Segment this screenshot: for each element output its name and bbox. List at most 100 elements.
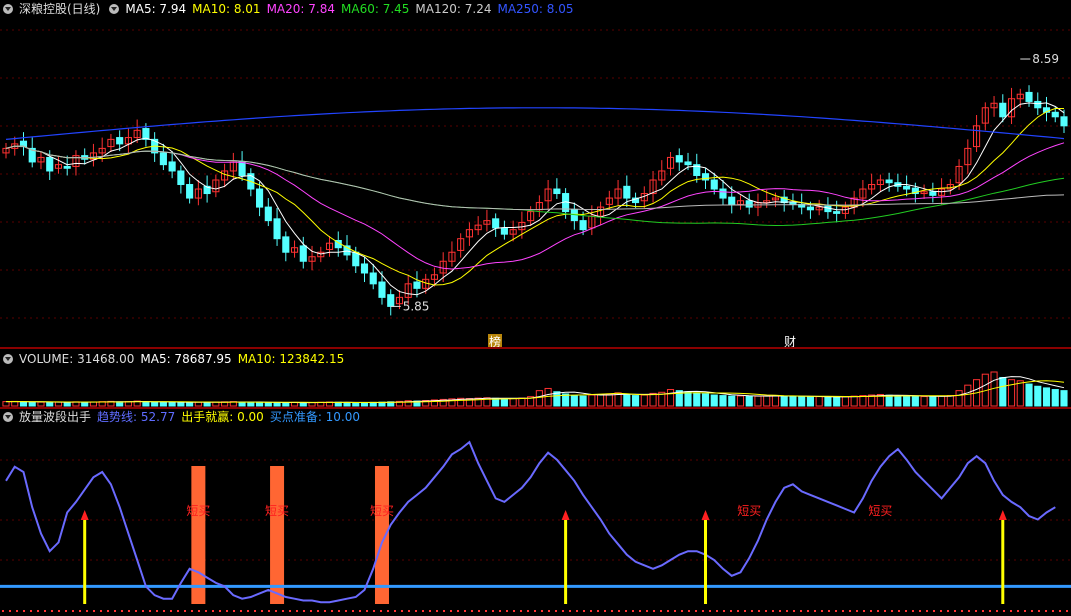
- bottom-dot: [653, 610, 655, 612]
- bottom-dot: [310, 610, 312, 612]
- bottom-dot: [23, 610, 25, 612]
- bottom-dot: [716, 610, 718, 612]
- bottom-dot: [499, 610, 501, 612]
- volume-bar: [911, 395, 919, 407]
- bottom-dot: [506, 610, 508, 612]
- volume-bar: [273, 402, 281, 407]
- indicator-panel-header: 放量波段出手 趋势线: 52.77 出手就赢: 0.00 买点准备: 10.00: [0, 408, 366, 426]
- bottom-dot: [996, 610, 998, 612]
- bottom-dot: [324, 610, 326, 612]
- main-panel-menu-icon[interactable]: [3, 4, 13, 14]
- bottom-dot: [828, 610, 830, 612]
- bottom-dot: [527, 610, 529, 612]
- candle-body: [1060, 116, 1068, 127]
- ma-menu-icon[interactable]: [109, 4, 120, 14]
- buy-arrow-head: [561, 510, 570, 520]
- volume-bar: [640, 394, 648, 407]
- bottom-dot: [779, 610, 781, 612]
- bottom-dot: [891, 610, 893, 612]
- main-panel-header: 深粮控股(日线) MA5: 7.94 MA10: 8.01 MA20: 7.84 MA6…: [0, 0, 580, 18]
- bottom-dot: [905, 610, 907, 612]
- bottom-dot: [1038, 610, 1040, 612]
- volume-bar: [728, 395, 736, 407]
- volume-menu-icon[interactable]: [3, 354, 13, 364]
- bottom-dot: [807, 610, 809, 612]
- stock-title: 深粮控股(日线): [19, 2, 101, 16]
- short-buy-label: 短买: [370, 504, 394, 518]
- ma250-line: [5, 107, 1065, 140]
- bottom-dot: [989, 610, 991, 612]
- volume-bar: [63, 401, 71, 407]
- bottom-dot: [849, 610, 851, 612]
- bottom-dot: [114, 610, 116, 612]
- volume-bar: [2, 401, 10, 407]
- volume-bar: [710, 394, 718, 407]
- bottom-dot: [30, 610, 32, 612]
- volume-bar: [920, 396, 928, 407]
- bottom-dot: [93, 610, 95, 612]
- volume-bar: [28, 401, 36, 407]
- candle-body: [1034, 100, 1042, 109]
- candle-body: [360, 263, 369, 274]
- bottom-dot: [954, 610, 956, 612]
- bottom-dot: [268, 610, 270, 612]
- stock-chart[interactable]: 5.858.59榜 财短买 短买 短买 短买 短买: [0, 0, 1071, 616]
- volume-bar: [500, 398, 508, 407]
- candle-body: [492, 218, 500, 229]
- candle-body: [378, 281, 386, 298]
- bottom-dot: [576, 610, 578, 612]
- bottom-dot: [975, 610, 977, 612]
- bottom-dot: [72, 610, 74, 612]
- bottom-dot: [884, 610, 886, 612]
- volume-bar: [649, 392, 657, 407]
- bottom-dot: [317, 610, 319, 612]
- buy-label: 出手就赢: 0.00: [181, 410, 264, 424]
- bottom-dot: [842, 610, 844, 612]
- bottom-dot: [394, 610, 396, 612]
- bottom-dot: [107, 610, 109, 612]
- ma120-label: MA120: 7.24: [415, 2, 492, 16]
- volume-bar: [824, 396, 832, 407]
- bottom-dot: [541, 610, 543, 612]
- volume-bar: [1034, 385, 1042, 407]
- candle-body: [177, 170, 185, 186]
- bottom-dot: [135, 610, 137, 612]
- bottom-dot: [345, 610, 347, 612]
- buy-signal-bar: [374, 466, 389, 604]
- bottom-dot: [373, 610, 375, 612]
- bottom-dot: [121, 610, 123, 612]
- bottom-dot: [51, 610, 53, 612]
- bottom-dot: [660, 610, 662, 612]
- bottom-dot: [814, 610, 816, 612]
- volume-panel-header: VOLUME: 31468.00 MA5: 78687.95 MA10: 12384…: [0, 350, 350, 368]
- bottom-dot: [786, 610, 788, 612]
- candle-body: [273, 218, 281, 240]
- bottom-dot: [1003, 610, 1005, 612]
- volume-bar: [999, 376, 1007, 407]
- candle-body: [159, 152, 167, 166]
- candle-body: [1025, 91, 1033, 102]
- volume-bar: [579, 395, 587, 407]
- volume-bar: [203, 401, 211, 407]
- volume-bar: [256, 401, 264, 407]
- bottom-dot: [142, 610, 144, 612]
- bottom-dot: [408, 610, 410, 612]
- bottom-dot: [968, 610, 970, 612]
- bottom-dot: [821, 610, 823, 612]
- candle-body: [500, 227, 508, 235]
- bottom-dot: [443, 610, 445, 612]
- candle-body: [710, 179, 718, 190]
- volume-bar: [1060, 390, 1068, 407]
- candle-body: [684, 161, 692, 166]
- volume-bar: [1051, 389, 1059, 407]
- volume-bar: [754, 395, 762, 407]
- volume-bar: [859, 395, 867, 407]
- indicator-menu-icon[interactable]: [3, 412, 13, 422]
- candle-body: [413, 281, 421, 289]
- bottom-dot: [751, 610, 753, 612]
- bottom-dot: [177, 610, 179, 612]
- bottom-dot: [912, 610, 914, 612]
- candle-body: [186, 184, 194, 199]
- bottom-dot: [100, 610, 102, 612]
- volume-bar: [780, 395, 788, 407]
